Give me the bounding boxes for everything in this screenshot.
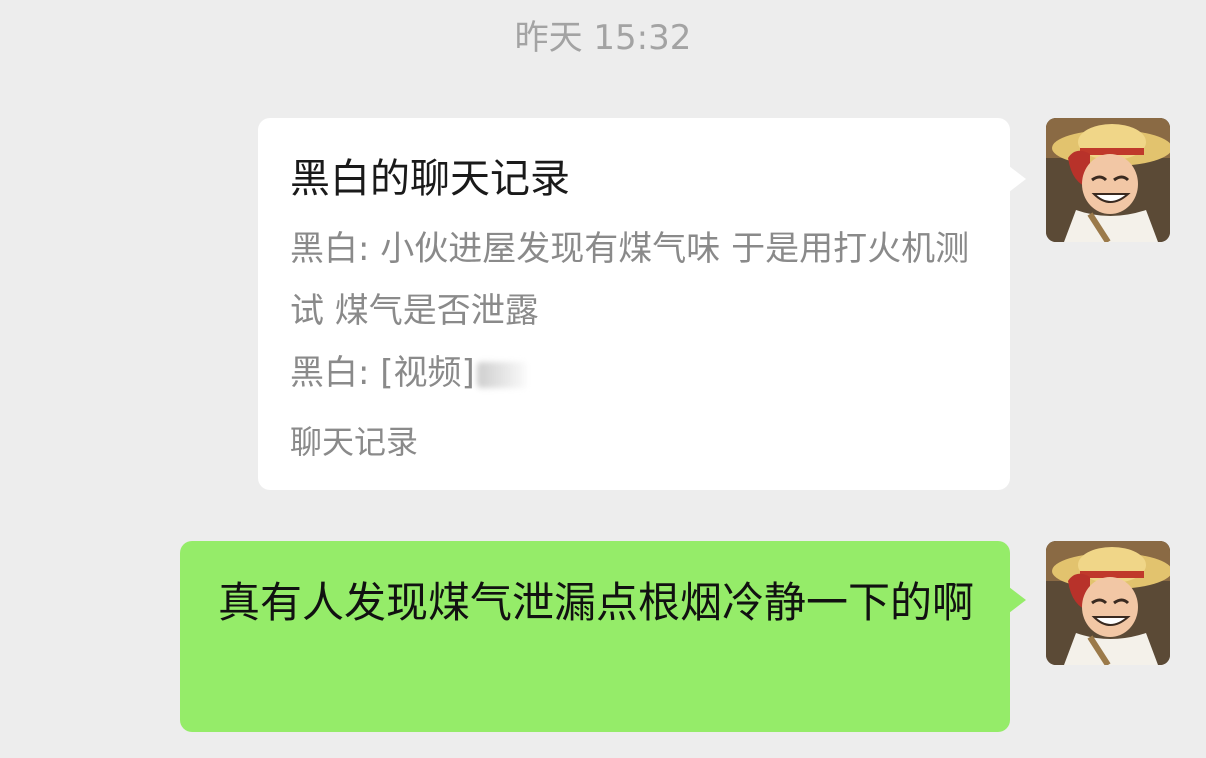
chat-message-area[interactable]: 昨天 15:32 黑白的聊天记录 黑白: 小伙进屋发现有煤气味 于是用打火机测试… bbox=[0, 0, 1206, 758]
blurred-thumbnail bbox=[476, 361, 527, 388]
chat-history-title: 黑白的聊天记录 bbox=[290, 156, 570, 202]
chat-history-line: 黑白: 小伙进屋发现有煤气味 于是用打火机测试 煤气是否泄露 bbox=[290, 229, 970, 331]
outgoing-message-bubble[interactable]: 真有人发现煤气泄漏点根烟冷静一下的啊 bbox=[180, 541, 1026, 732]
bubble-tail bbox=[1009, 587, 1026, 613]
avatar-straw-hat-icon[interactable] bbox=[1046, 118, 1170, 242]
chat-history-line: 黑白: [视频] bbox=[290, 353, 475, 393]
message-text: 真有人发现煤气泄漏点根烟冷静一下的啊 bbox=[218, 578, 975, 627]
bubble-tail bbox=[1009, 166, 1026, 192]
message-timestamp: 昨天 15:32 bbox=[514, 18, 692, 58]
chat-history-line-row: 黑白: [视频] bbox=[290, 342, 978, 404]
chat-history-card[interactable]: 黑白的聊天记录 黑白: 小伙进屋发现有煤气味 于是用打火机测试 煤气是否泄露 黑… bbox=[258, 118, 1026, 490]
chat-history-footer-label: 聊天记录 bbox=[290, 423, 419, 461]
avatar-straw-hat-icon[interactable] bbox=[1046, 541, 1170, 665]
